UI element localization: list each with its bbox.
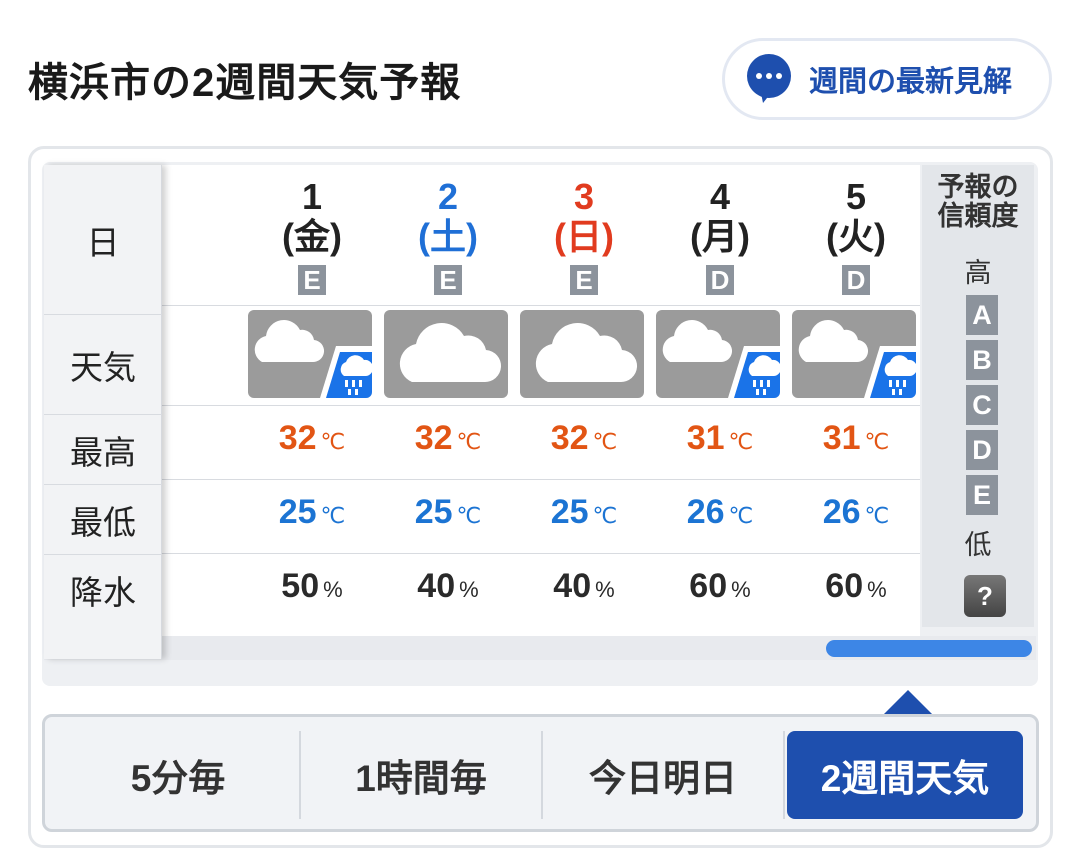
reliability-legend: 予報の 信頼度 高 A B C D E 低 ?	[922, 165, 1034, 627]
weekly-opinion-label: 週間の最新見解	[809, 66, 1013, 98]
day-date: 2	[437, 176, 459, 217]
reliability-low-label: 低	[964, 530, 992, 560]
page-title: 横浜市の2週間天気予報	[28, 61, 462, 105]
low-temp: 25 ℃	[550, 493, 618, 531]
day-column: 4 (月) D 31 ℃ 26 ℃ 60%	[652, 165, 788, 655]
chat-bubble-icon	[743, 53, 795, 105]
day-column: 1 (金) E 32 ℃ 25 ℃ 50%	[244, 165, 380, 655]
precip-chance: 40%	[553, 567, 615, 605]
grade-c-badge: C	[966, 385, 998, 425]
high-temp: 32℃	[550, 419, 618, 457]
low-temp: 25 ℃	[414, 493, 482, 531]
day-of-week: (火)	[826, 216, 886, 257]
precip-chance: 60%	[689, 567, 751, 605]
day-column: 2 (土) E 32 ℃ 25 ℃ 40%	[380, 165, 516, 655]
row-label-low: 最低	[44, 485, 162, 555]
cloud-rain-icon	[656, 310, 780, 398]
cloud-icon	[384, 310, 508, 398]
day-of-week: (月)	[690, 216, 750, 257]
reliability-grade-badge: E	[298, 265, 326, 295]
low-temp: 26℃	[686, 493, 754, 531]
low-temp: 26℃	[822, 493, 890, 531]
row-label-date: 日	[44, 165, 162, 315]
tab-today-tomorrow[interactable]: 今日明日	[543, 731, 783, 819]
grade-b-badge: B	[966, 340, 998, 380]
row-label-weather: 天気	[44, 315, 162, 415]
reliability-grade-badge: E	[434, 265, 462, 295]
day-column: 3 (日) E 32 ℃ 25 ℃ 40%	[516, 165, 652, 655]
cloud-rain-icon	[792, 310, 916, 398]
day-date: 5	[845, 176, 867, 217]
row-label-precip: 降水	[70, 574, 136, 611]
reliability-heading: 予報の 信頼度	[937, 172, 1019, 231]
help-icon[interactable]: ?	[964, 575, 1006, 617]
day-of-week: (日)	[554, 216, 614, 257]
reliability-grade-badge: E	[570, 265, 598, 295]
day-column: 5 (火) D 31 ℃ 26 ℃ 60%	[788, 165, 920, 655]
reliability-grade-badge: D	[706, 265, 734, 295]
grade-e-badge: E	[966, 475, 998, 515]
reliability-grade-badge: D	[842, 265, 870, 295]
day-date: 1	[301, 176, 323, 217]
day-date: 4	[709, 176, 731, 217]
grade-a-badge: A	[966, 295, 998, 335]
precip-chance: 60%	[825, 567, 887, 605]
precip-chance: 50%	[281, 567, 343, 605]
row-label-column: 日 天気 最高 最低 降水	[44, 165, 162, 659]
cloud-icon	[520, 310, 644, 398]
low-temp: 25 ℃	[278, 493, 346, 531]
reliability-high-label: 高	[964, 258, 992, 288]
high-temp: 31 ℃	[822, 419, 890, 457]
day-of-week: (金)	[282, 216, 342, 257]
tab-2week[interactable]: 2週間天気	[787, 731, 1023, 819]
tab-hourly[interactable]: 1時間毎	[301, 731, 541, 819]
forecast-grid[interactable]: 31(木)32℃26℃50%1(金)E32℃25℃50%2(土)E32℃25℃4…	[44, 165, 920, 655]
tab-5min[interactable]: 5分毎	[55, 731, 301, 819]
weekly-opinion-button[interactable]: 週間の最新見解	[722, 38, 1052, 120]
forecast-mode-tabs: 5分毎 1時間毎 今日明日 2週間天気	[42, 714, 1039, 832]
high-temp: 32℃	[414, 419, 482, 457]
high-temp: 32℃	[278, 419, 346, 457]
row-label-high: 最高	[44, 415, 162, 485]
cloud-rain-icon	[248, 310, 372, 398]
day-of-week: (土)	[418, 216, 478, 257]
day-date: 3	[573, 176, 595, 217]
precip-chance: 40%	[417, 567, 479, 605]
grade-d-badge: D	[966, 430, 998, 470]
high-temp: 31 ℃	[686, 419, 754, 457]
horizontal-scrollbar-thumb[interactable]	[826, 640, 1032, 657]
